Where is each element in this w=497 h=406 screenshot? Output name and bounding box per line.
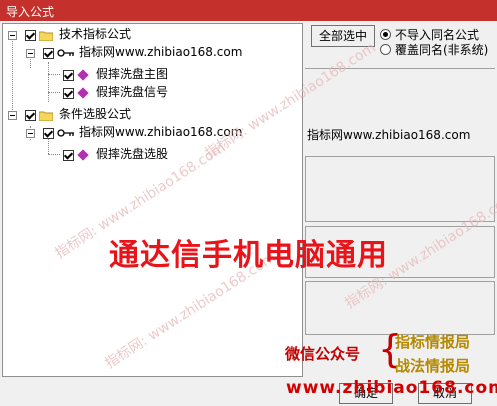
radio-no-import[interactable] (380, 29, 391, 40)
site-url: www.zhibiao168.com (286, 378, 497, 398)
key-icon (57, 129, 74, 137)
source-text: 指标网www.zhibiao168.com (307, 128, 471, 142)
promo-item: 战法情报局 (395, 357, 471, 375)
description-panel (305, 156, 495, 222)
group-label: 条件选股公式 (59, 107, 132, 121)
wechat-label: 微信公众号 (285, 345, 361, 363)
item-label: 假摔洗盘信号 (96, 85, 169, 99)
title-bar: 导入公式 (0, 0, 497, 21)
collapse-icon[interactable] (26, 129, 35, 138)
group-label: 技术指标公式 (59, 27, 132, 41)
collapse-icon[interactable] (8, 31, 17, 40)
item-label: 假摔洗盘选股 (96, 147, 169, 161)
tree-line (48, 62, 49, 102)
tree-line (48, 92, 60, 93)
formula-icon (77, 87, 89, 99)
item-label: 假摔洗盘主图 (96, 67, 169, 81)
formula-icon (77, 69, 89, 81)
group-checkbox[interactable] (25, 110, 36, 121)
collapse-icon[interactable] (8, 111, 17, 120)
folder-icon (39, 31, 53, 41)
promo-item: 指标情报局 (395, 333, 471, 351)
folder-icon (39, 111, 53, 121)
source-checkbox[interactable] (43, 48, 54, 59)
source-label: 指标网www.zhibiao168.com (79, 45, 243, 59)
formula-icon (77, 149, 89, 161)
tree-line (12, 36, 13, 120)
radio-overwrite-label[interactable]: 覆盖同名(非系统) (395, 43, 488, 57)
collapse-icon[interactable] (26, 49, 35, 58)
item-checkbox[interactable] (63, 88, 74, 99)
tree-line (48, 154, 60, 155)
item-checkbox[interactable] (63, 70, 74, 81)
radio-overwrite[interactable] (380, 44, 391, 55)
headline-overlay: 通达信手机电脑通用 (109, 238, 388, 273)
source-checkbox[interactable] (43, 128, 54, 139)
group-checkbox[interactable] (25, 30, 36, 41)
radio-no-import-label[interactable]: 不导入同名公式 (395, 28, 479, 42)
window-title: 导入公式 (6, 5, 55, 19)
item-checkbox[interactable] (63, 150, 74, 161)
tree-line (48, 74, 60, 75)
key-icon (57, 49, 74, 57)
